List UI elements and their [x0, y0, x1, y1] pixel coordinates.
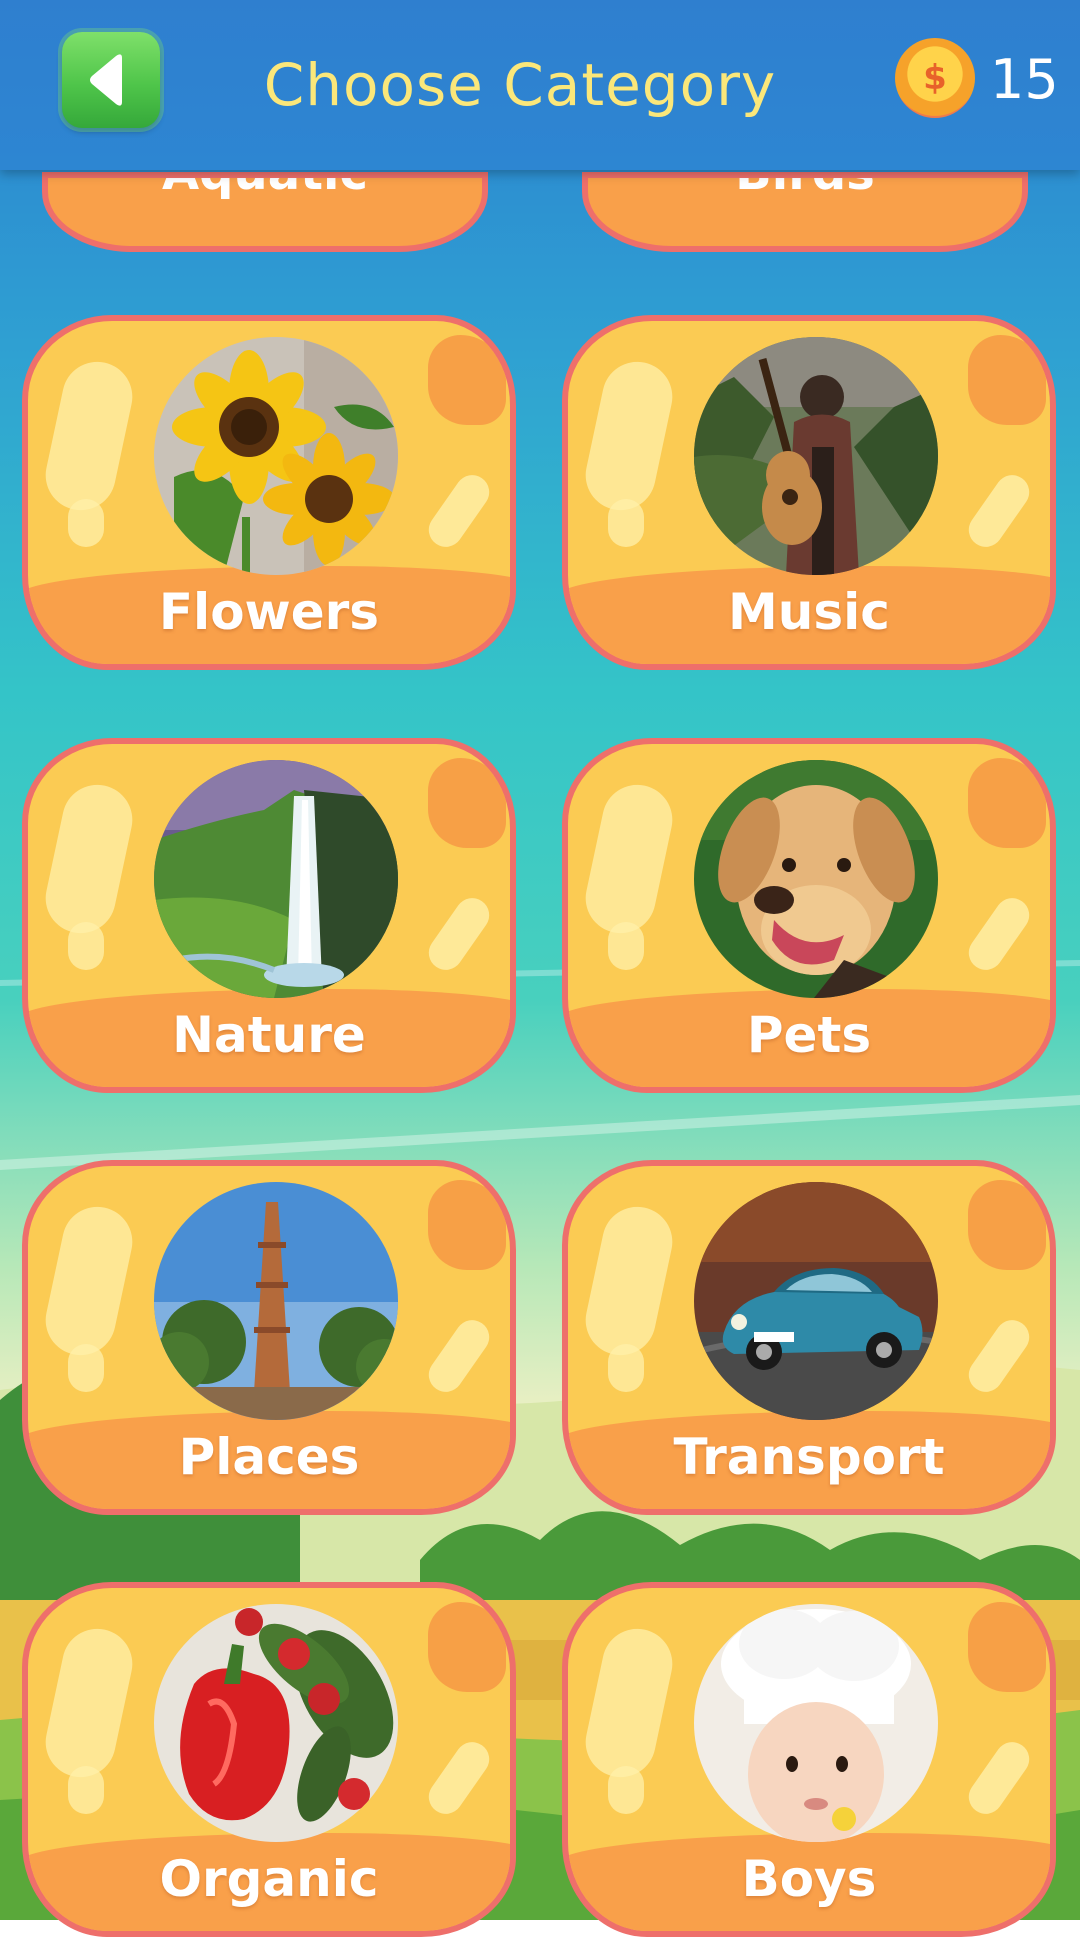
category-card-nature[interactable]: Nature [22, 738, 516, 1093]
coin-icon: $ [895, 38, 975, 118]
category-card-places[interactable]: Places [22, 1160, 516, 1515]
category-card-transport[interactable]: Transport [562, 1160, 1056, 1515]
category-label: Transport [673, 1428, 945, 1486]
category-label: Flowers [158, 583, 380, 641]
tower-photo [154, 1182, 398, 1420]
guitar-player-photo [694, 337, 938, 575]
sunflower-photo [154, 337, 398, 575]
back-arrow-icon [90, 54, 122, 106]
category-card-organic[interactable]: Organic [22, 1582, 516, 1937]
category-label: Places [178, 1428, 360, 1486]
category-card-pets[interactable]: Pets [562, 738, 1056, 1093]
category-card-boys[interactable]: Boys [562, 1582, 1056, 1937]
category-card-birds[interactable]: Birds [582, 172, 1028, 252]
category-card-flowers[interactable]: Flowers [22, 315, 516, 670]
category-label: Nature [172, 1006, 366, 1064]
coin-count: 15 [990, 48, 1059, 111]
dog-photo [694, 760, 938, 998]
vegetables-photo [154, 1604, 398, 1842]
header-bar: Choose Category $ 15 [0, 0, 1080, 170]
category-label: Music [728, 583, 890, 641]
category-card-aquatic[interactable]: Aquatic [42, 172, 488, 252]
waterfall-photo [154, 760, 398, 998]
chef-boy-photo [694, 1604, 938, 1842]
category-label: Pets [746, 1006, 872, 1064]
category-label: Birds [735, 172, 875, 201]
back-button[interactable] [62, 32, 160, 128]
category-card-music[interactable]: Music [562, 315, 1056, 670]
page-title: Choose Category [263, 51, 777, 119]
category-label: Organic [159, 1850, 379, 1908]
car-photo [694, 1182, 938, 1420]
category-label: Boys [741, 1850, 877, 1908]
coin-symbol: $ [923, 58, 947, 98]
category-label: Aquatic [162, 172, 368, 201]
